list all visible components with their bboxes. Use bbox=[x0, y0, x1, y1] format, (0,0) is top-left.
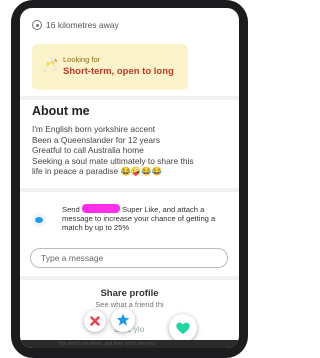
bio-text: I'm English born yorkshire accent Been a… bbox=[32, 124, 232, 177]
bio-line: life in peace a paradise 😂🤪😂😂 bbox=[32, 166, 163, 176]
share-profile-title[interactable]: Share profile bbox=[20, 288, 239, 299]
section-divider bbox=[20, 188, 239, 192]
bio-line: Greatful to call Australia home bbox=[32, 145, 144, 155]
bottom-bar: You won't see them, and they won't see y… bbox=[20, 340, 239, 348]
super-like-text: Send Super Like, and attach a message to… bbox=[62, 204, 230, 233]
redacted-name bbox=[81, 204, 120, 213]
cheers-glasses-icon: 🥂 bbox=[42, 57, 59, 72]
chat-bubble-icon bbox=[32, 213, 46, 227]
super-like-text-before: Send bbox=[62, 205, 80, 214]
message-input[interactable] bbox=[30, 248, 228, 268]
nope-button[interactable] bbox=[84, 310, 106, 332]
about-me-title: About me bbox=[32, 104, 90, 118]
share-profile-subtitle: See what a friend thi bbox=[95, 300, 164, 309]
looking-for-label: Looking for bbox=[63, 55, 101, 64]
super-like-button[interactable] bbox=[111, 308, 135, 332]
bio-line: Seeking a soul mate ultimately to share … bbox=[32, 155, 194, 166]
heart-icon bbox=[176, 322, 190, 334]
profile-screen[interactable]: 16 kilometres away 🥂 Looking for Short-t… bbox=[20, 8, 239, 348]
distance-row: 16 kilometres away bbox=[32, 20, 119, 30]
bio-line: Been a Queenslander for 12 years bbox=[32, 134, 161, 145]
close-x-icon bbox=[90, 316, 100, 326]
distance-text: 16 kilometres away bbox=[46, 20, 119, 30]
section-divider bbox=[20, 276, 239, 280]
location-pin-icon bbox=[32, 20, 42, 30]
star-icon bbox=[116, 313, 130, 326]
bio-line: I'm English born yorkshire accent bbox=[32, 124, 156, 134]
super-like-promo[interactable]: Send Super Like, and attach a message to… bbox=[32, 204, 228, 244]
block-notice: You won't see them, and they won't see y… bbox=[58, 341, 156, 347]
like-button[interactable] bbox=[169, 314, 197, 342]
section-divider bbox=[20, 96, 239, 100]
looking-for-card: 🥂 Looking for Short-term, open to long bbox=[32, 44, 188, 90]
camera bbox=[135, 3, 147, 16]
looking-for-value: Short-term, open to long bbox=[63, 66, 174, 77]
